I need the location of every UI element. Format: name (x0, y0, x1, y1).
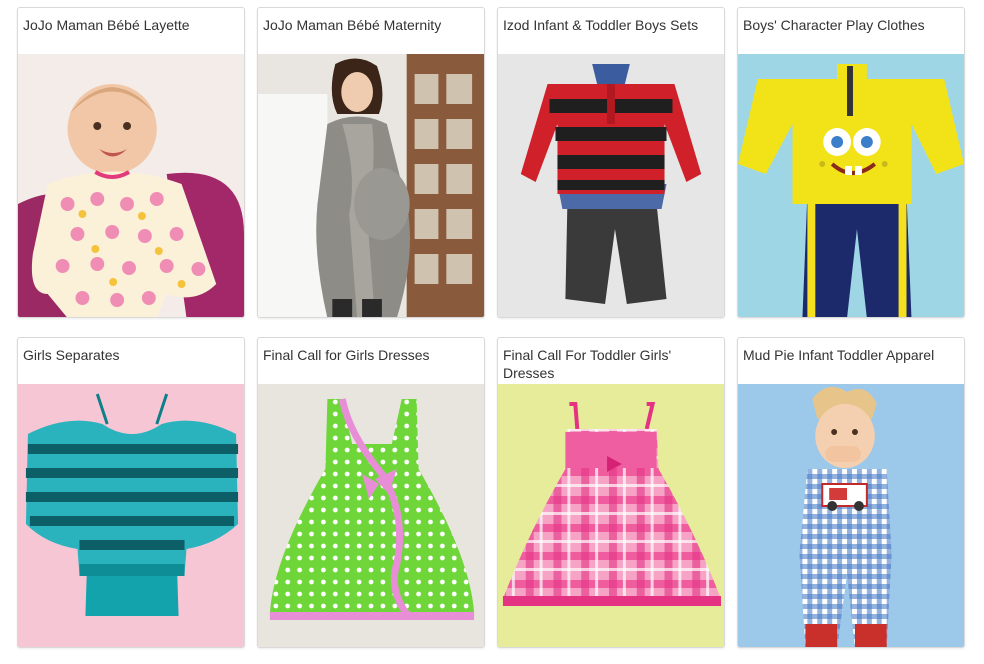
category-grid: JoJo Maman Bébé Layette JoJo Maman Bébé … (0, 0, 984, 664)
category-card-girls-dresses[interactable]: Final Call for Girls Dresses (257, 337, 485, 648)
category-card-toddler-girls-dresses[interactable]: Final Call For Toddler Girls' Dresses (497, 337, 725, 648)
category-title[interactable]: Final Call for Girls Dresses (258, 338, 484, 384)
category-card-boys-character[interactable]: Boys' Character Play Clothes (737, 7, 965, 318)
category-card-izod-boys-sets[interactable]: Izod Infant & Toddler Boys Sets (497, 7, 725, 318)
category-card-jojo-maternity[interactable]: JoJo Maman Bébé Maternity (257, 7, 485, 318)
category-card-girls-separates[interactable]: Girls Separates (17, 337, 245, 648)
category-image-pink-dress[interactable] (498, 384, 724, 647)
category-title[interactable]: Mud Pie Infant Toddler Apparel (738, 338, 964, 384)
category-image-girls-separates[interactable] (18, 384, 244, 647)
category-title[interactable]: Girls Separates (18, 338, 244, 384)
category-title[interactable]: Boys' Character Play Clothes (738, 8, 964, 54)
category-title[interactable]: JoJo Maman Bébé Layette (18, 8, 244, 54)
category-title[interactable]: Izod Infant & Toddler Boys Sets (498, 8, 724, 54)
category-card-mud-pie[interactable]: Mud Pie Infant Toddler Apparel (737, 337, 965, 648)
category-image-mud-pie[interactable] (738, 384, 964, 647)
category-image-green-dress[interactable] (258, 384, 484, 647)
category-title[interactable]: JoJo Maman Bébé Maternity (258, 8, 484, 54)
category-title[interactable]: Final Call For Toddler Girls' Dresses (498, 338, 724, 384)
category-image-izod[interactable] (498, 54, 724, 317)
category-image-spongebob[interactable] (738, 54, 964, 317)
category-image-layette[interactable] (18, 54, 244, 317)
category-image-maternity[interactable] (258, 54, 484, 317)
category-card-jojo-layette[interactable]: JoJo Maman Bébé Layette (17, 7, 245, 318)
